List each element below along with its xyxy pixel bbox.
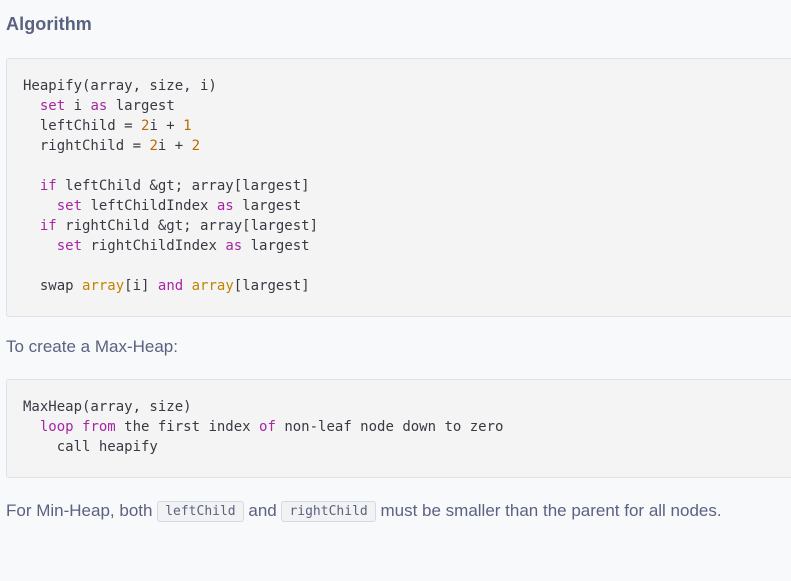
heapify-code-block: Heapify(array, size, i) set i as largest… — [6, 58, 791, 317]
code-text: largest — [242, 238, 310, 254]
code-keyword: loop — [39, 419, 74, 435]
code-line: set leftChildIndex as largest — [23, 196, 791, 216]
code-line: set i as largest — [23, 96, 791, 116]
code-keyword: as — [90, 98, 108, 114]
code-text: leftChildIndex — [82, 198, 217, 214]
code-builtin: array — [191, 278, 234, 294]
code-text: non-leaf node down to zero — [275, 419, 504, 435]
note-text: For Min-Heap, both — [6, 501, 158, 520]
code-line: swap array[i] and array[largest] — [23, 276, 791, 296]
code-keyword: set — [56, 198, 83, 214]
code-text: [largest] — [233, 278, 310, 294]
code-line: if leftChild &gt; array[largest] — [23, 176, 791, 196]
note-text: and — [243, 501, 282, 520]
code-text: Heapify(array, size, i) — [23, 78, 217, 94]
code-number: 2 — [191, 138, 201, 154]
code-text: [i] — [124, 278, 158, 294]
code-text: call heapify — [23, 439, 158, 455]
code-text: swap — [23, 278, 83, 294]
code-keyword: as — [216, 198, 234, 214]
code-text: MaxHeap(array, size) — [23, 399, 192, 415]
min-heap-note: For Min-Heap, both leftChild and rightCh… — [6, 496, 786, 526]
code-text: the first index — [115, 419, 260, 435]
code-keyword: if — [39, 178, 57, 194]
code-line: set rightChildIndex as largest — [23, 236, 791, 256]
code-keyword: and — [157, 278, 184, 294]
code-line: if rightChild &gt; array[largest] — [23, 216, 791, 236]
code-number: 1 — [183, 118, 192, 134]
code-text: rightChild = — [23, 138, 150, 154]
code-line: Heapify(array, size, i) — [23, 76, 791, 96]
code-builtin: array — [82, 278, 125, 294]
code-text: i — [65, 98, 91, 114]
code-text: leftChild &gt; array[largest] — [56, 178, 310, 194]
note-text: must be smaller than the parent for all … — [375, 501, 722, 520]
code-text: i + — [157, 138, 192, 154]
code-number: 2 — [149, 138, 158, 154]
code-keyword: as — [225, 238, 243, 254]
inline-code-right-child: rightChild — [281, 501, 376, 522]
inline-code-left-child: leftChild — [157, 501, 244, 522]
maxheap-code-block: MaxHeap(array, size) loop from the first… — [6, 379, 791, 478]
code-text: i + — [149, 118, 184, 134]
code-keyword: set — [56, 238, 83, 254]
code-text: rightChildIndex — [82, 238, 226, 254]
code-text: rightChild &gt; array[largest] — [56, 218, 319, 234]
section-heading: Algorithm — [6, 14, 92, 34]
code-line: MaxHeap(array, size) — [23, 397, 791, 417]
code-text: largest — [233, 198, 302, 214]
code-text: largest — [107, 98, 175, 114]
code-text: leftChild = — [23, 118, 142, 134]
code-keyword: if — [39, 218, 57, 234]
code-keyword: from — [82, 419, 116, 435]
max-heap-intro: To create a Max-Heap: — [6, 337, 178, 356]
code-keyword: set — [39, 98, 66, 114]
code-line: call heapify — [23, 437, 791, 457]
code-line: loop from the first index of non-leaf no… — [23, 417, 791, 437]
code-keyword: of — [259, 419, 276, 435]
code-line: leftChild = 2i + 1 — [23, 116, 791, 136]
code-line: rightChild = 2i + 2 — [23, 136, 791, 156]
